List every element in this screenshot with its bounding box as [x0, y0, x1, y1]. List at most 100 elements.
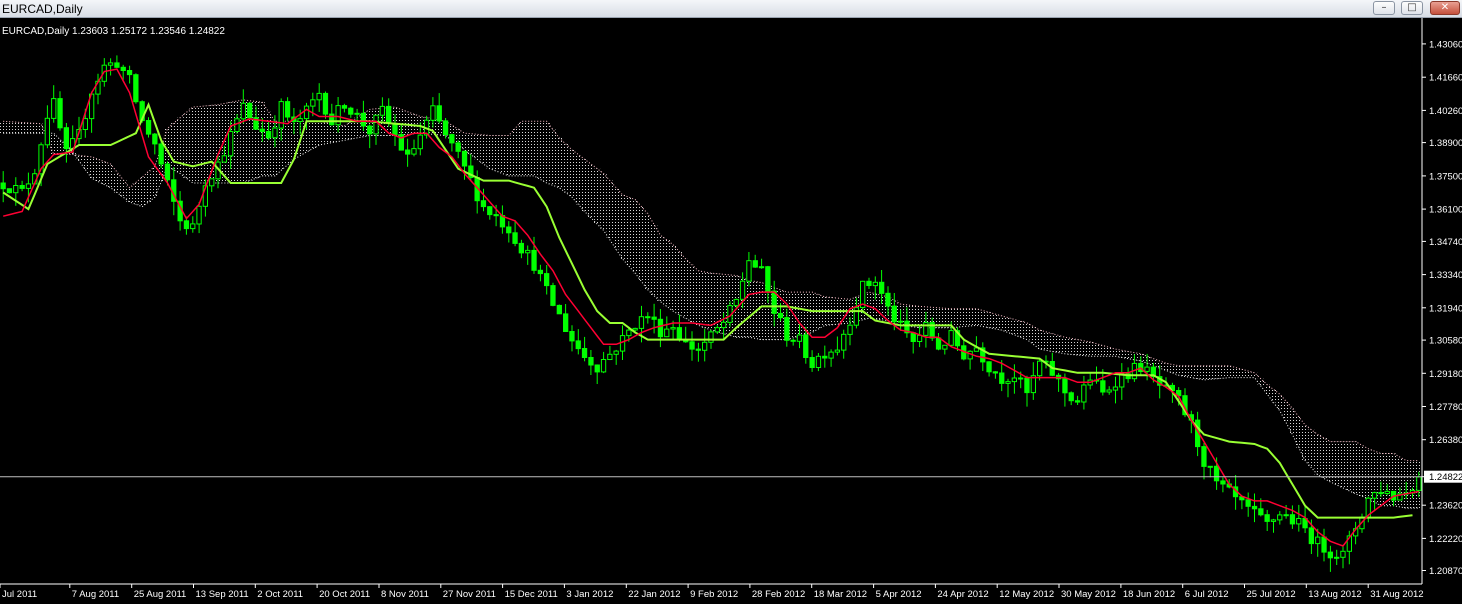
cloud-segment: [1194, 365, 1201, 379]
candle: [1321, 528, 1327, 562]
cloud-segment: [1017, 321, 1024, 338]
symbol-header: EURCAD,Daily 1.23603 1.25172 1.23546 1.2…: [2, 26, 225, 37]
x-tick-label: 2 Oct 2011: [257, 589, 303, 599]
price-axis: 1.43060 1.41660 1.40260 1.38900 1.37500 1.361…: [1421, 18, 1462, 584]
cloud-segment: [1320, 438, 1328, 479]
candle: [556, 304, 563, 315]
x-tick-label: 30 May 2012: [1061, 589, 1116, 599]
maximize-button[interactable]: □: [1401, 1, 1423, 15]
cloud-segment: [1068, 338, 1075, 355]
cloud-segment: [682, 258, 689, 319]
cloud-segment: [486, 135, 493, 169]
candle: [373, 114, 379, 145]
cloud-segment: [1365, 448, 1372, 499]
candle: [645, 312, 651, 324]
cloud-segment: [1282, 401, 1290, 423]
cloud-segment: [492, 135, 500, 172]
cloud-segment: [1074, 339, 1081, 356]
candle: [1157, 365, 1163, 399]
cloud-segment: [1346, 441, 1353, 491]
x-tick-label: 13 Sep 2011: [196, 589, 249, 599]
cloud-segment: [808, 292, 816, 333]
x-tick-label: 8 Nov 2011: [381, 589, 429, 599]
minimize-button[interactable]: –: [1373, 1, 1395, 15]
candle: [449, 133, 455, 152]
cloud-segment: [505, 135, 512, 176]
cloud-segment: [1087, 341, 1094, 357]
candle: [51, 85, 57, 123]
cloud-segment: [575, 154, 582, 205]
cloud-segment: [549, 129, 557, 186]
cloud-segment: [474, 134, 481, 160]
cloud-segment: [195, 106, 203, 183]
cloud-segment: [1339, 441, 1347, 488]
cloud-segment: [998, 315, 1005, 331]
candle: [594, 364, 600, 384]
candle: [973, 336, 980, 352]
cloud-segment: [663, 239, 670, 307]
y-tick-label: 1.38900: [1429, 138, 1462, 149]
candle: [537, 264, 544, 282]
cloud-segment: [562, 143, 569, 193]
cloud-segment: [176, 117, 184, 174]
candle: [613, 349, 619, 365]
price-chart[interactable]: EURCAD,Daily 1.23603 1.25172 1.23546 1.2…: [0, 18, 1462, 600]
candle: [322, 91, 329, 119]
candle: [284, 97, 291, 122]
candle: [1024, 375, 1030, 407]
candle: [916, 325, 923, 348]
y-tick-label: 1.34740: [1429, 237, 1462, 248]
cloud-segment: [1308, 429, 1315, 468]
x-tick-label: Jul 2011: [2, 589, 37, 599]
candle: [247, 101, 253, 120]
cloud-segment: [31, 123, 38, 134]
candle: [676, 314, 683, 342]
cloud-segment: [101, 161, 108, 185]
candle: [1201, 442, 1207, 480]
cloud-segment: [518, 121, 525, 176]
cloud-segment: [695, 270, 702, 326]
cloud-segment: [309, 121, 316, 149]
candle: [126, 65, 133, 84]
time-axis: Jul 2011 7 Aug 2011 25 Aug 2011 13 Sep 2011…: [0, 583, 1424, 600]
cloud-segment: [1181, 365, 1189, 377]
cloud-segment: [587, 164, 595, 218]
x-tick-label: 28 Feb 2012: [752, 589, 805, 599]
close-button[interactable]: ✕: [1430, 1, 1460, 15]
cloud-segment: [1004, 317, 1012, 333]
cloud-segment: [18, 122, 26, 134]
cloud-segment: [556, 137, 563, 188]
y-tick-label: 1.31940: [1429, 303, 1462, 314]
candle: [910, 331, 916, 354]
cloud-segment: [25, 122, 32, 134]
candle: [152, 133, 158, 155]
x-tick-label: 7 Aug 2011: [72, 589, 119, 599]
cloud-segment: [233, 101, 241, 183]
y-tick-label: 1.22220: [1429, 534, 1462, 545]
candle: [329, 103, 335, 126]
candle: [1334, 549, 1340, 565]
cloud-segment: [1124, 351, 1132, 359]
cloud-segment: [1232, 367, 1239, 378]
title-bar[interactable]: EURCAD,Daily – □ ✕: [0, 0, 1462, 18]
cloud-segment: [1327, 441, 1334, 482]
x-tick-label: 25 Aug 2011: [134, 589, 187, 599]
cloud-segment: [1175, 365, 1182, 376]
y-tick-label: 1.29180: [1429, 369, 1462, 380]
y-tick-label: 1.36100: [1429, 205, 1462, 216]
cloud-segment: [1106, 347, 1113, 357]
cloud-segment: [1333, 441, 1340, 485]
cloud-segment: [790, 292, 797, 338]
cloud-segment: [6, 121, 13, 134]
cloud-segment: [151, 166, 158, 198]
cloud-segment: [600, 173, 607, 231]
candle: [367, 124, 373, 149]
cloud-segment: [644, 213, 651, 290]
candle: [1112, 376, 1119, 404]
candle: [1207, 465, 1213, 478]
candle: [746, 252, 752, 287]
cloud-segment: [1055, 335, 1062, 353]
candle: [1106, 386, 1112, 395]
chart-canvas[interactable]: EURCAD,Daily 1.23603 1.25172 1.23546 1.2…: [0, 18, 1462, 600]
candle: [600, 351, 607, 374]
